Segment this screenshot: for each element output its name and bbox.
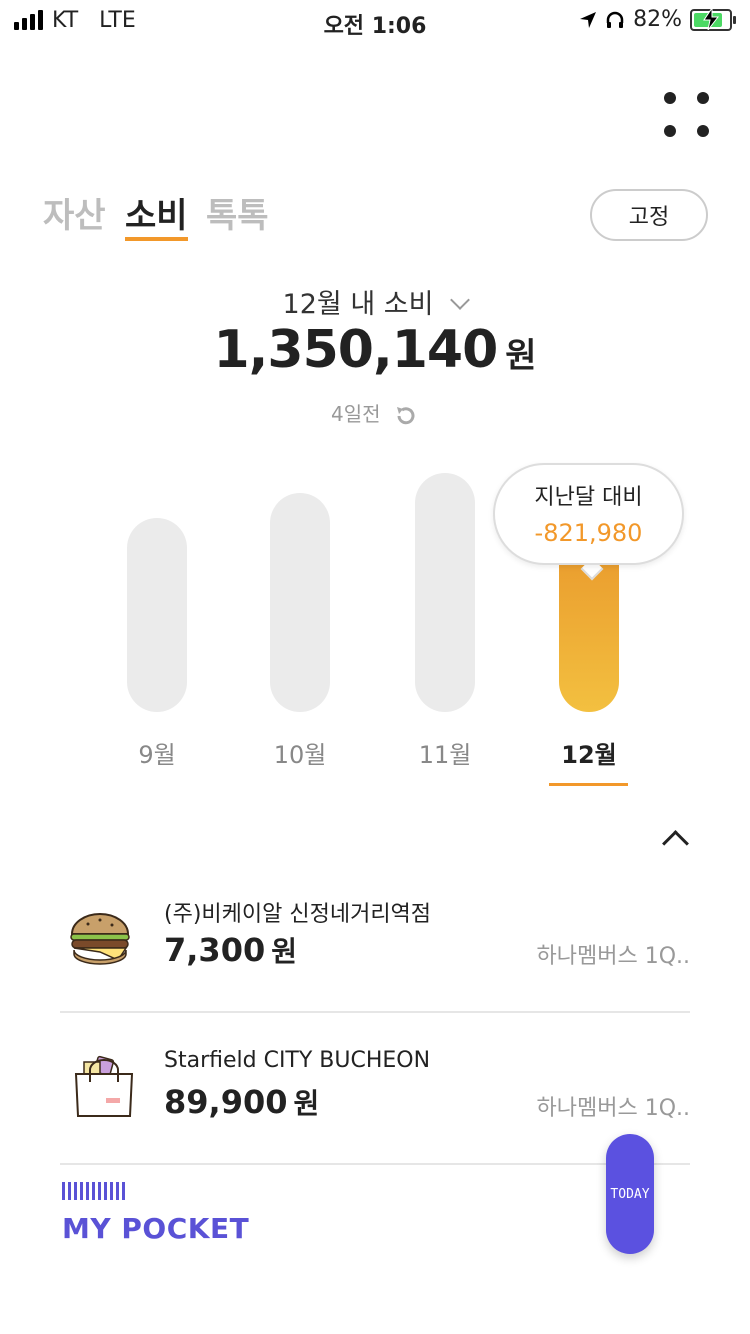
my-pocket-link[interactable]: MY POCKET	[62, 1212, 249, 1245]
comparison-tooltip: 지난달 대비 -821,980	[493, 463, 684, 565]
update-info: 4일전	[0, 398, 750, 429]
battery-percent: 82%	[633, 7, 682, 32]
bar-oct[interactable]	[270, 493, 330, 712]
chevron-down-icon	[450, 290, 471, 310]
barcode-icon	[62, 1182, 125, 1200]
bar-label-sep[interactable]: 9월	[107, 735, 207, 770]
period-label: 12월 내 소비	[282, 289, 434, 320]
bar-label-oct[interactable]: 10월	[250, 735, 350, 770]
shopping-bag-icon	[74, 1055, 134, 1117]
transaction-amount: 7,300 원	[164, 930, 297, 970]
status-bar: KT LTE 오전 1:06 82%	[0, 0, 750, 40]
transaction-row[interactable]: Starfield CITY BUCHEON 89,900 원 하나멤버스 1Q.…	[60, 1032, 690, 1162]
transaction-card: 하나멤버스 1Q..	[536, 1096, 691, 1121]
divider	[60, 1011, 690, 1013]
transaction-card: 하나멤버스 1Q..	[536, 944, 691, 969]
active-month-indicator	[549, 783, 628, 786]
divider	[60, 1163, 690, 1165]
transaction-amount-unit: 원	[271, 935, 297, 968]
refresh-icon[interactable]	[393, 403, 419, 429]
updated-time: 4일전	[331, 402, 381, 426]
transaction-amount: 89,900 원	[164, 1082, 319, 1122]
bar-label-dec[interactable]: 12월	[539, 735, 639, 770]
total-amount: 1,350,140 원	[0, 320, 750, 380]
chevron-up-icon[interactable]	[662, 830, 689, 857]
transaction-amount-value: 7,300	[164, 931, 266, 969]
transaction-amount-value: 89,900	[164, 1083, 288, 1121]
total-amount-unit: 원	[505, 336, 537, 376]
active-tab-indicator	[125, 237, 188, 241]
total-amount-value: 1,350,140	[213, 320, 498, 380]
transaction-merchant: (주)비케이알 신정네거리역점	[164, 902, 432, 927]
location-arrow-icon	[580, 11, 597, 28]
tab-talk[interactable]: 톡톡	[206, 188, 269, 237]
bar-nov[interactable]	[415, 473, 475, 712]
today-button[interactable]: TODAY	[606, 1134, 654, 1254]
tab-assets[interactable]: 자산	[43, 188, 106, 237]
status-right: 82%	[579, 7, 736, 32]
battery-charging-icon	[690, 7, 736, 31]
transaction-row[interactable]: (주)비케이알 신정네거리역점 7,300 원 하나멤버스 1Q..	[60, 880, 690, 1010]
bar-sep[interactable]	[127, 518, 187, 712]
menu-dots-icon[interactable]	[660, 88, 712, 140]
tooltip-value: -821,980	[534, 519, 643, 547]
transaction-amount-unit: 원	[293, 1087, 320, 1120]
fix-button[interactable]: 고정	[590, 189, 708, 241]
transaction-merchant: Starfield CITY BUCHEON	[164, 1048, 431, 1073]
burger-icon	[70, 913, 130, 965]
tooltip-title: 지난달 대비	[534, 485, 643, 510]
tab-spending[interactable]: 소비	[125, 188, 188, 237]
bar-label-nov[interactable]: 11월	[395, 735, 495, 770]
period-selector[interactable]: 12월 내 소비	[0, 282, 750, 321]
headphones-icon	[606, 11, 624, 28]
